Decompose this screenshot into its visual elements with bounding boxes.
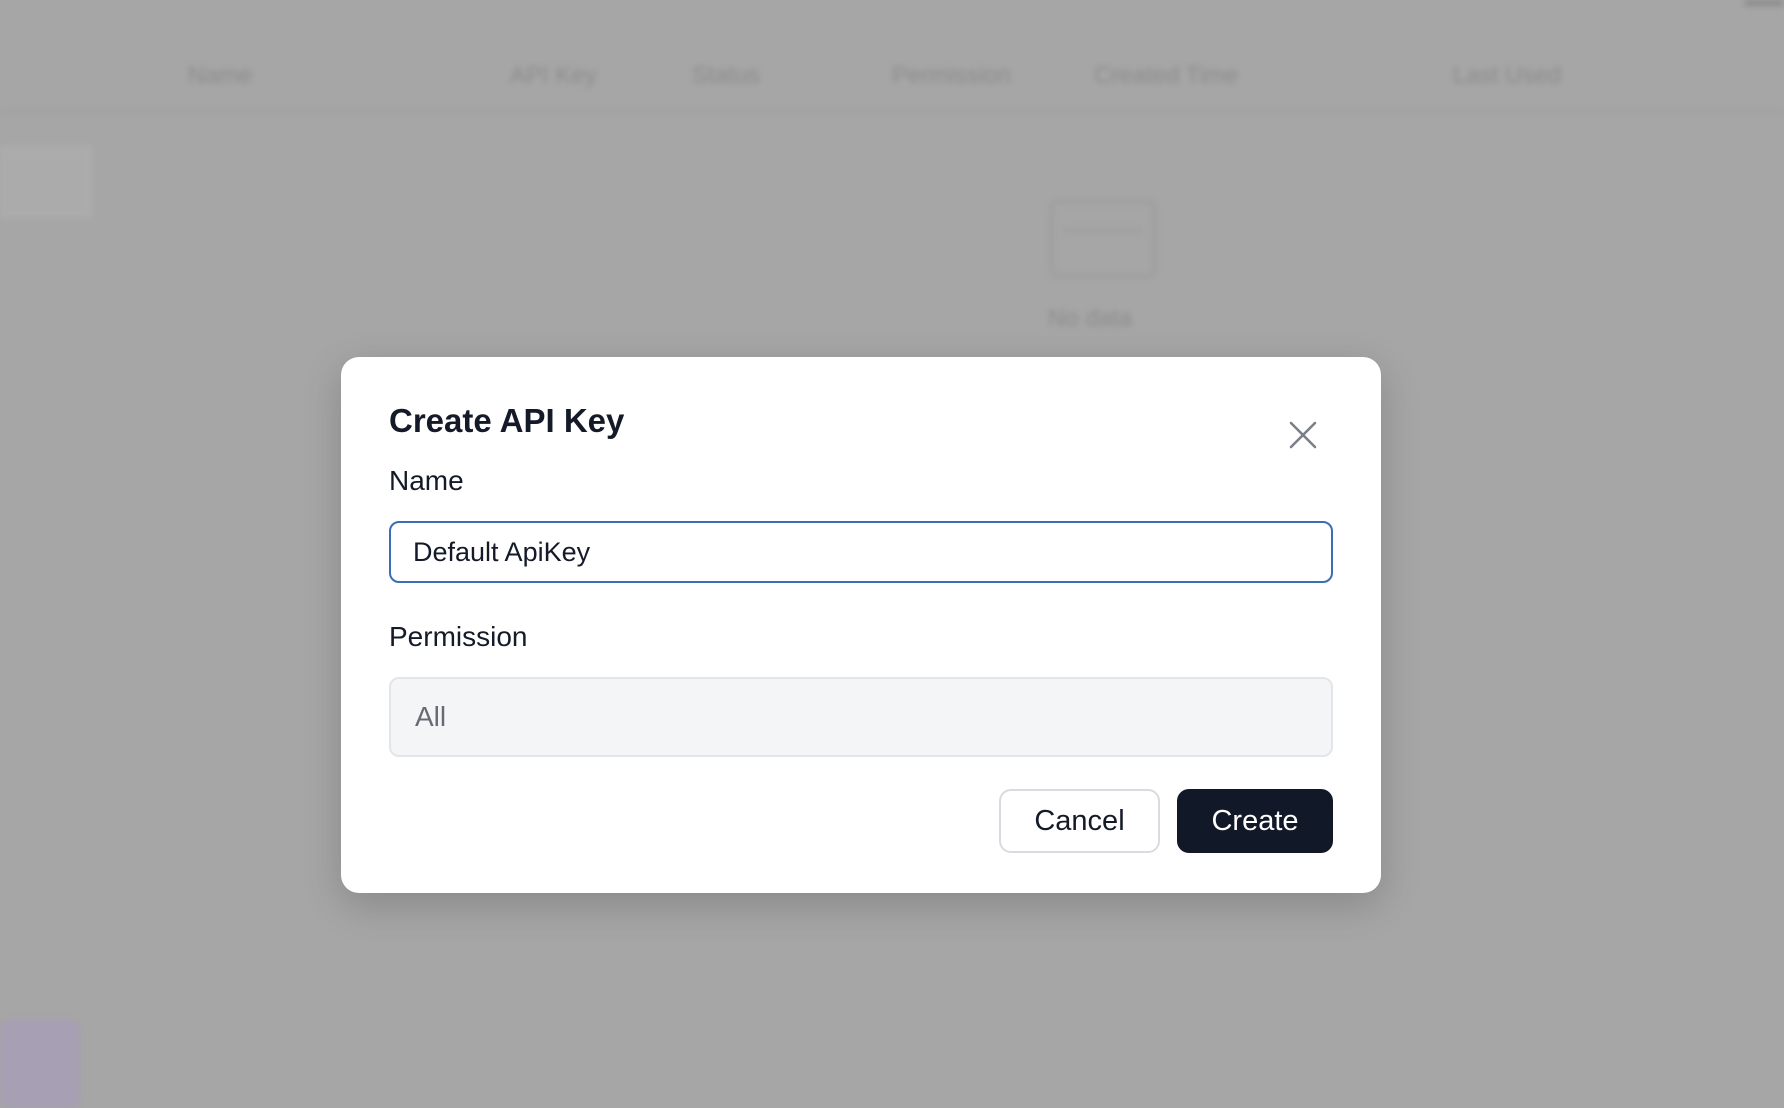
close-icon bbox=[1289, 421, 1317, 449]
column-header-permission: Permission bbox=[892, 62, 1011, 89]
column-header-last-used: Last Used bbox=[1453, 62, 1562, 89]
empty-inbox-icon bbox=[1050, 200, 1156, 278]
page: Name API Key Status Permission Created T… bbox=[0, 0, 1784, 1108]
permission-label: Permission bbox=[389, 621, 528, 652]
table-header: Name API Key Status Permission Created T… bbox=[0, 0, 1784, 112]
column-header-api-key: API Key bbox=[510, 62, 597, 89]
name-input[interactable] bbox=[389, 521, 1333, 583]
sidebar-item bbox=[0, 146, 92, 218]
sidebar-user-card bbox=[0, 1020, 80, 1108]
name-label: Name bbox=[389, 465, 464, 496]
dialog-title: Create API Key bbox=[389, 402, 625, 439]
column-header-name: Name bbox=[188, 62, 253, 89]
create-button[interactable]: Create bbox=[1177, 789, 1333, 853]
cancel-button[interactable]: Cancel bbox=[999, 789, 1160, 853]
create-api-key-dialog: Create API Key Name Permission All Cance… bbox=[341, 357, 1381, 893]
permission-value: All bbox=[415, 701, 447, 732]
empty-state-text: No data bbox=[1048, 305, 1133, 332]
permission-select[interactable]: All bbox=[389, 677, 1333, 757]
column-header-status: Status bbox=[692, 62, 761, 89]
column-header-created-time: Created Time bbox=[1094, 62, 1239, 89]
close-button[interactable] bbox=[1283, 415, 1323, 455]
